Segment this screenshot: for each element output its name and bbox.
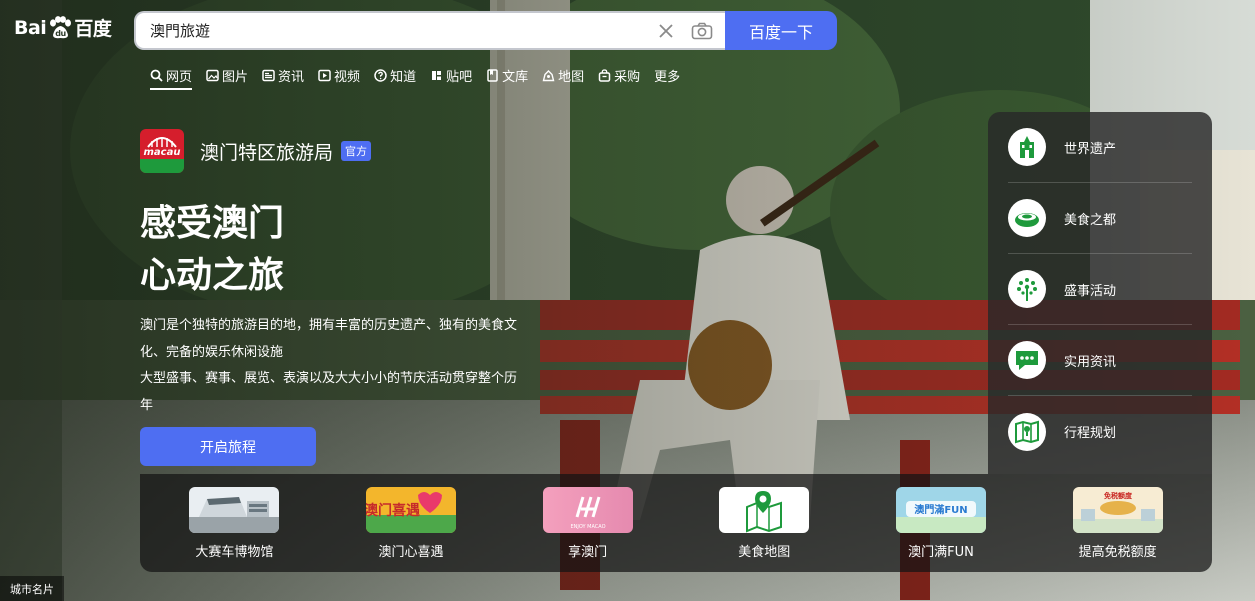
macau-fun-img-text: 澳門滿FUN [914, 503, 967, 516]
headline-line-2: 心动之旅 [140, 255, 285, 296]
side-item-label: 盛事活动 [1064, 283, 1117, 299]
side-item-label: 实用资讯 [1064, 354, 1117, 370]
paw-icon: du [50, 15, 72, 38]
chat-icon [1008, 341, 1046, 379]
macau-joy-thumbnail: 澳门喜遇 [365, 487, 456, 533]
tile-label: 澳门满FUN [908, 545, 974, 560]
enjoy-macao-thumbnail: ENJOY MACAO [542, 487, 633, 533]
side-item-plan[interactable]: 行程规划 [1008, 396, 1192, 467]
tab-zhidao[interactable]: 知道 [374, 62, 416, 88]
logo-text-right: 百度 [74, 18, 112, 40]
hero-headline: 感受澳门 心动之旅 [140, 198, 284, 302]
duty-free-thumbnail: 免税额度 [1072, 487, 1163, 533]
tile-macau-joy[interactable]: 澳门喜遇 澳门心喜遇 [346, 487, 476, 572]
tab-web[interactable]: 网页 [150, 62, 193, 90]
tab-video[interactable]: 视频 [318, 62, 360, 88]
headline-line-1: 感受澳门 [140, 203, 285, 244]
tab-label: 网页 [166, 69, 193, 85]
tile-label: 澳门心喜遇 [378, 545, 444, 560]
tieba-icon [432, 70, 442, 80]
side-item-info[interactable]: 实用资讯 [1008, 325, 1192, 396]
tile-grand-prix-museum[interactable]: 大赛车博物馆 [169, 487, 299, 572]
tab-label: 图片 [222, 69, 249, 85]
tab-more[interactable]: 更多 [654, 62, 680, 88]
tab-label: 资讯 [278, 69, 305, 85]
image-icon [206, 69, 219, 81]
side-item-heritage[interactable]: 世界遗产 [1008, 112, 1192, 183]
macau-fun-thumbnail: 澳門滿FUN [895, 487, 986, 533]
search-box [134, 11, 725, 50]
brand-logo-text: macau [143, 147, 181, 158]
tile-food-map[interactable]: 美食地图 [699, 487, 829, 572]
tab-purchase[interactable]: 采购 [598, 62, 640, 88]
video-icon [318, 69, 331, 81]
side-item-food[interactable]: 美食之都 [1008, 183, 1192, 254]
description-paragraph-1: 澳门是个独特的旅游目的地，拥有丰富的历史遗产、独有的美食文化、完备的娱乐休闲设施 [140, 318, 518, 360]
tab-images[interactable]: 图片 [206, 62, 248, 88]
museum-thumbnail [189, 487, 280, 533]
tab-label: 贴吧 [446, 69, 473, 85]
tab-label: 文库 [502, 69, 529, 85]
search-input[interactable] [150, 21, 641, 40]
tile-label: 提高免税额度 [1078, 545, 1157, 560]
tab-wenku[interactable]: 文库 [486, 62, 528, 88]
tile-duty-free[interactable]: 免税额度 提高免税额度 [1053, 487, 1183, 572]
search-button[interactable]: 百度一下 [725, 11, 837, 50]
svg-text:du: du [56, 29, 67, 38]
food-icon [1008, 199, 1046, 237]
tab-label: 更多 [654, 69, 681, 85]
side-item-events[interactable]: 盛事活动 [1008, 254, 1192, 325]
feature-tiles-bar: 大赛车博物馆 澳门喜遇 澳门心喜遇 ENJOY MACAO 享澳门 美食地图 澳… [140, 474, 1212, 572]
tile-label: 美食地图 [738, 545, 791, 560]
search-nav-tabs: 网页 图片 资讯 视频 知道 贴吧 文库 地图 采购 更多 [150, 62, 694, 90]
side-panel: 世界遗产 美食之都 盛事活动 实用资讯 行程规划 [988, 112, 1212, 474]
search-icon [150, 69, 163, 82]
clear-icon[interactable] [655, 20, 677, 42]
hero-description: 澳门是个独特的旅游目的地，拥有丰富的历史遗产、独有的美食文化、完备的娱乐休闲设施… [140, 313, 520, 419]
baidu-logo[interactable]: Bai du 百度 [14, 14, 112, 41]
tab-tieba[interactable]: 贴吧 [430, 62, 472, 88]
search-bar: 百度一下 [134, 11, 837, 50]
tab-label: 知道 [390, 69, 417, 85]
enjoy-macao-img-text: ENJOY MACAO [570, 524, 605, 530]
tile-macau-fun[interactable]: 澳門滿FUN 澳门满FUN [876, 487, 1006, 572]
side-item-label: 行程规划 [1064, 426, 1117, 441]
start-journey-button[interactable]: 开启旅程 [140, 427, 316, 466]
tile-enjoy-macao[interactable]: ENJOY MACAO 享澳门 [523, 487, 653, 572]
camera-icon[interactable] [691, 20, 713, 42]
city-card-label[interactable]: 城市名片 [0, 576, 64, 601]
bag-icon [598, 68, 611, 82]
brand-name: 澳门特区旅游局 [200, 141, 334, 164]
macau-joy-img-text: 澳门喜遇 [366, 502, 420, 519]
official-badge: 官方 [341, 141, 372, 161]
question-icon [374, 68, 387, 82]
tab-label: 地图 [558, 69, 585, 85]
heritage-icon [1008, 128, 1046, 166]
event-icon [1008, 270, 1046, 308]
map-icon [542, 69, 555, 81]
tile-label: 大赛车博物馆 [195, 545, 274, 560]
brand-header[interactable]: macau 澳门特区旅游局 官方 [140, 129, 372, 173]
news-icon [262, 69, 275, 81]
duty-free-img-text: 免税额度 [1104, 491, 1133, 500]
map-plan-icon [1008, 412, 1046, 451]
tab-map[interactable]: 地图 [542, 62, 584, 88]
description-paragraph-2: 大型盛事、赛事、展览、表演以及大大小小的节庆活动贯穿整个历年 [140, 371, 518, 413]
doc-icon [487, 68, 498, 82]
tab-label: 采购 [614, 69, 641, 85]
tab-label: 视频 [334, 69, 361, 85]
tab-news[interactable]: 资讯 [262, 62, 304, 88]
macau-tourism-logo: macau [140, 129, 184, 173]
side-item-label: 世界遗产 [1064, 141, 1117, 157]
side-item-label: 美食之都 [1064, 212, 1117, 228]
tile-label: 享澳门 [568, 545, 608, 560]
logo-text-left: Bai [14, 16, 47, 39]
food-map-thumbnail [719, 487, 810, 533]
